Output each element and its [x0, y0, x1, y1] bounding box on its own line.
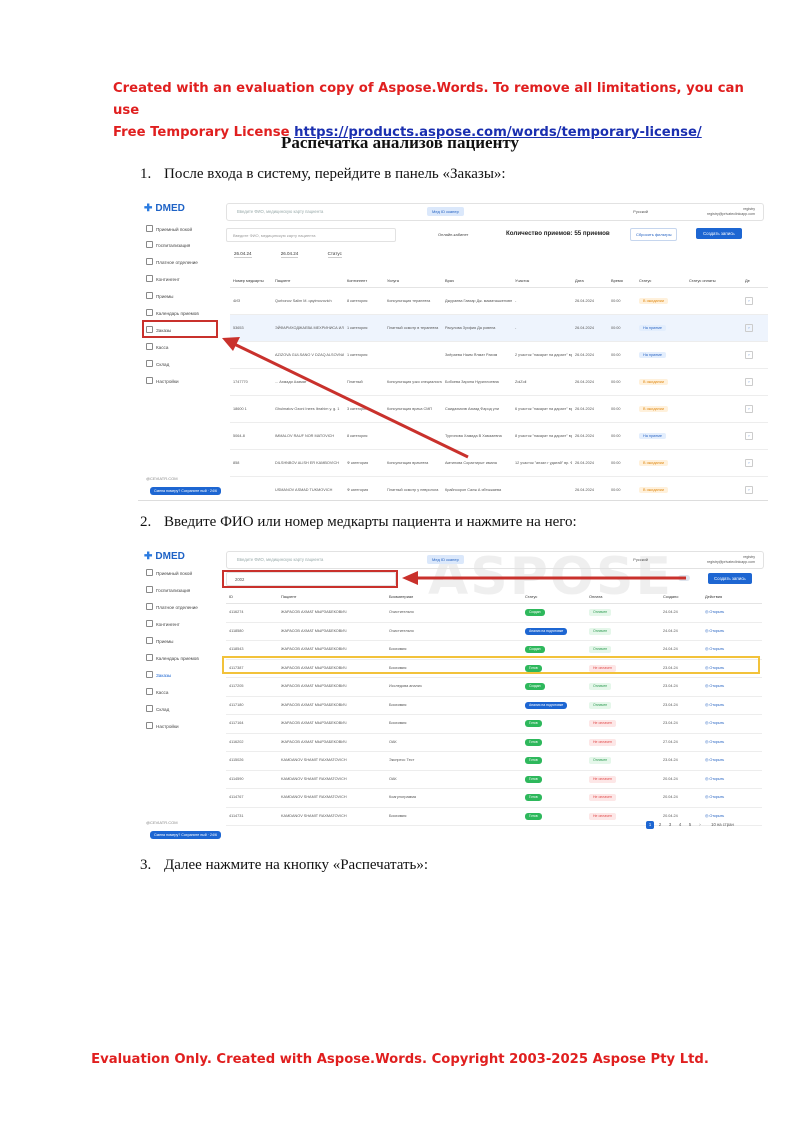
- step-3-text: Далее нажмите на кнопку «Распечатать»:: [164, 857, 429, 873]
- arrow-shaft: [229, 340, 469, 459]
- step-3: 3. Далее нажмите на кнопку «Распечатать»:: [140, 857, 428, 874]
- evaluation-footer: Evaluation Only. Created with Aspose.Wor…: [91, 1052, 709, 1067]
- step-2-text: Введите ФИО или номер медкарты пациента …: [164, 514, 577, 530]
- screenshot-analyses-list: ASPOSE ✚ DMED Приемный покой Госпитализац…: [138, 543, 768, 843]
- step-1-text: После входа в систему, перейдите в панел…: [164, 166, 506, 182]
- arrow-head: [402, 571, 418, 585]
- step-1-number: 1.: [140, 166, 152, 182]
- step-2-number: 2.: [140, 514, 152, 530]
- step-1: 1. После входа в систему, перейдите в пан…: [140, 166, 506, 183]
- evaluation-banner-line1: Created with an evaluation copy of Aspos…: [113, 81, 744, 118]
- step-3-number: 3.: [140, 857, 152, 873]
- arrow-to-orders: [222, 337, 469, 459]
- step-2: 2. Введите ФИО или номер медкарты пациент…: [140, 514, 577, 531]
- arrow-to-search: [402, 571, 686, 585]
- screenshot-orders-panel: ✚ DMED Приемный покой Госпитализация Плат…: [138, 195, 768, 501]
- page-title: Распечатка анализов пациенту: [281, 133, 519, 152]
